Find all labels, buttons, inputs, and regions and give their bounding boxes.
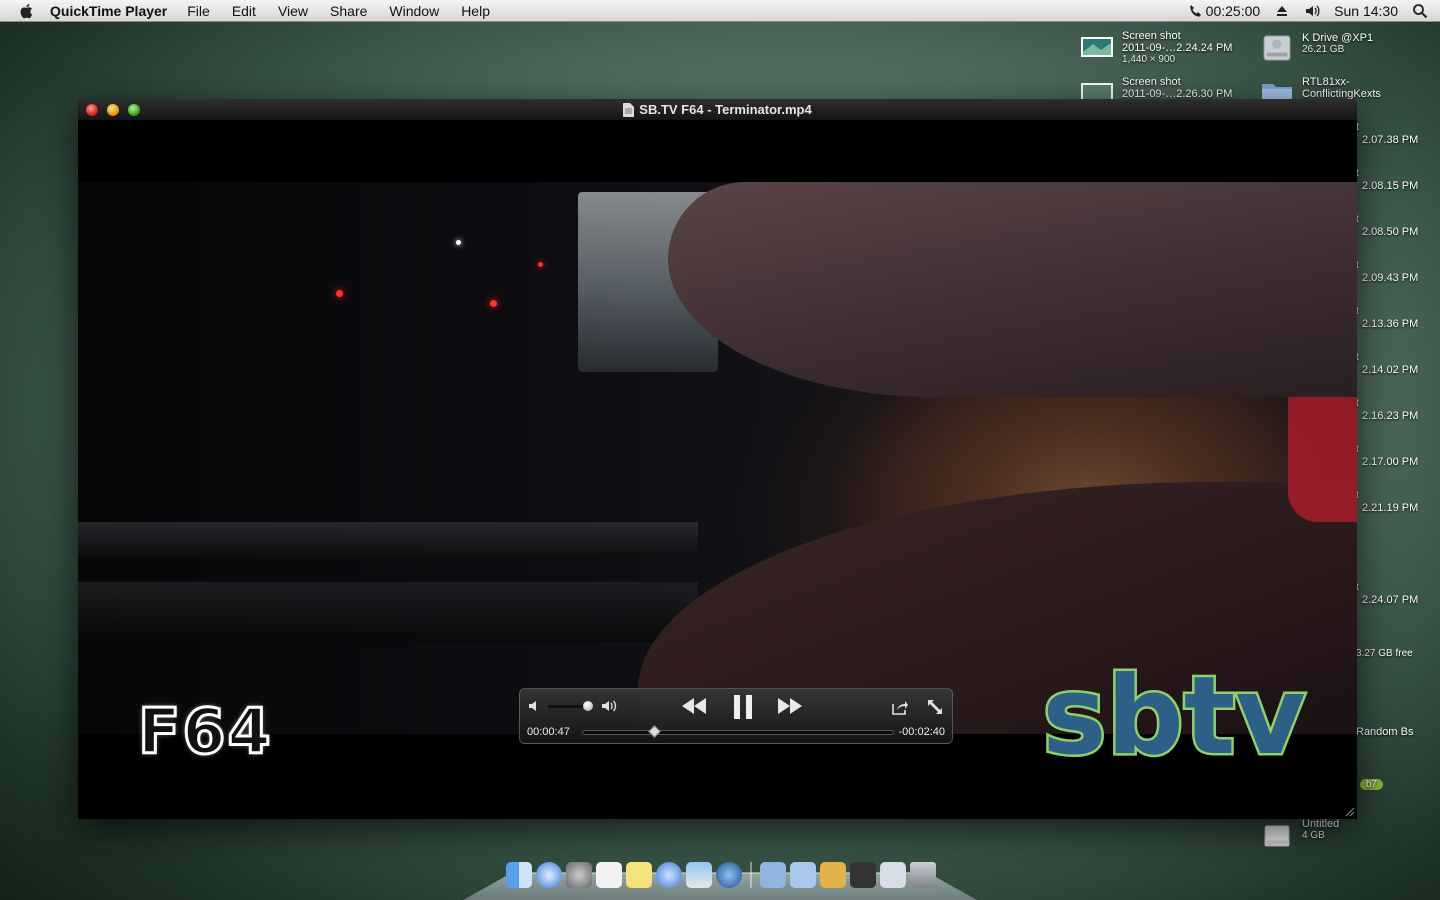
remaining-time: -00:02:40 <box>898 726 945 738</box>
window-controls <box>86 104 140 116</box>
app-menu[interactable]: QuickTime Player <box>50 3 167 19</box>
video-light-dot <box>456 240 461 245</box>
desktop-label: Screen shot <box>1122 76 1181 88</box>
video-light-dot <box>538 262 543 267</box>
sbtv-overlay-logo: sbtv <box>1040 661 1309 773</box>
document-icon <box>623 102 635 117</box>
desktop-sublabel: 26.21 GB <box>1302 44 1345 55</box>
spotlight-search-icon[interactable] <box>1412 3 1428 19</box>
fullscreen-icon[interactable] <box>926 698 944 716</box>
scrub-bar-playhead[interactable] <box>647 725 661 738</box>
menu-help[interactable]: Help <box>461 3 490 19</box>
desktop-untitled-drive[interactable]: Untitled 4 GB <box>1260 818 1339 848</box>
close-button[interactable] <box>86 104 98 116</box>
downloads-stack-icon[interactable] <box>820 862 846 888</box>
video-light-dot <box>336 290 343 297</box>
itunes-icon[interactable] <box>656 862 682 888</box>
scrub-bar[interactable] <box>582 725 894 738</box>
minimize-button[interactable] <box>107 104 119 116</box>
phone-timer-icon <box>1189 4 1201 17</box>
dock-icons <box>506 862 936 888</box>
zoom-button[interactable] <box>128 104 140 116</box>
free-space-label: 3.27 GB free <box>1356 648 1413 659</box>
video-light-dot <box>490 300 497 307</box>
dock <box>462 858 978 900</box>
menu-window[interactable]: Window <box>389 3 439 19</box>
quicktime-icon[interactable] <box>716 862 742 888</box>
desktop-label: K Drive @XP1 <box>1302 32 1374 44</box>
f64-overlay-logo: F64 <box>137 695 273 768</box>
pause-icon[interactable] <box>731 694 755 720</box>
desktop-label: RTL81xx- <box>1302 76 1350 88</box>
playback-controls-hud: 00:00:47 -00:02:40 <box>519 688 953 744</box>
window-titlebar[interactable]: SB.TV F64 - Terminator.mp4 <box>78 99 1357 121</box>
eject-icon[interactable] <box>1274 3 1290 19</box>
menu-bar: QuickTime Player File Edit View Share Wi… <box>0 0 1440 22</box>
desktop-sublabel: 1,440 × 900 <box>1122 54 1176 65</box>
textedit-icon[interactable] <box>596 862 622 888</box>
fast-forward-icon[interactable] <box>776 697 804 715</box>
sbtv-logo-text: sbtv <box>1042 661 1306 773</box>
applications-folder-icon[interactable] <box>760 862 786 888</box>
menu-share[interactable]: Share <box>330 3 367 19</box>
menu-extras: 00:25:00 Sun 14:30 <box>1188 3 1440 19</box>
video-subject-beanie <box>668 182 1357 397</box>
menu-view[interactable]: View <box>278 3 308 19</box>
rewind-icon[interactable] <box>680 697 708 715</box>
video-car-interior <box>78 522 698 558</box>
desktop-tag-label[interactable]: b7 <box>1360 779 1384 790</box>
video-car-interior <box>78 582 698 642</box>
drive-icon <box>1264 825 1290 847</box>
desktop-label: Screen shot <box>1122 30 1181 42</box>
screenshots-stack-icon[interactable] <box>850 862 876 888</box>
desktop-sublabel: 4 GB <box>1302 830 1325 841</box>
finder-icon[interactable] <box>506 862 532 888</box>
speaker-high-icon[interactable] <box>601 699 619 713</box>
desktop-k-drive[interactable]: K Drive @XP1 26.21 GB <box>1260 32 1373 62</box>
menu-file[interactable]: File <box>187 3 210 19</box>
dock-divider <box>750 862 752 888</box>
desktop-screenshot-1[interactable]: Screen shot 2011-09-…2.24.24 PM 1,440 × … <box>1080 30 1232 66</box>
resize-grip-icon[interactable] <box>1345 807 1355 817</box>
volume-slider-knob[interactable] <box>582 701 593 711</box>
documents-folder-icon[interactable] <box>790 862 816 888</box>
volume-icon[interactable] <box>1304 3 1320 19</box>
screenshot-thumbnail-icon <box>1081 37 1113 57</box>
safari-icon[interactable] <box>536 862 562 888</box>
timer-text: 00:25:00 <box>1205 2 1261 19</box>
clock[interactable]: Sun 14:30 <box>1334 3 1398 19</box>
share-icon[interactable] <box>890 698 908 716</box>
desktop-stack-icon[interactable] <box>880 862 906 888</box>
trash-icon[interactable] <box>910 862 936 888</box>
desktop-label: Untitled <box>1302 818 1340 830</box>
speaker-low-icon[interactable] <box>528 699 542 713</box>
quicktime-player-window: SB.TV F64 - Terminator.mp4 F64 sbtv 00:0… <box>78 99 1357 819</box>
system-preferences-icon[interactable] <box>566 862 592 888</box>
current-time: 00:00:47 <box>527 726 570 738</box>
hard-drive-icon <box>1263 35 1291 61</box>
desktop-label: 2011-09-…2.24.24 PM <box>1122 42 1233 54</box>
preview-icon[interactable] <box>686 862 712 888</box>
desktop-folder-label[interactable]: Random Bs <box>1356 726 1413 738</box>
stickies-icon[interactable] <box>626 862 652 888</box>
timer-extra[interactable]: 00:25:00 <box>1188 2 1261 19</box>
window-title: SB.TV F64 - Terminator.mp4 <box>639 102 812 117</box>
menu-edit[interactable]: Edit <box>232 3 256 19</box>
apple-menu-icon[interactable] <box>18 2 36 20</box>
video-frame[interactable] <box>78 182 1357 734</box>
